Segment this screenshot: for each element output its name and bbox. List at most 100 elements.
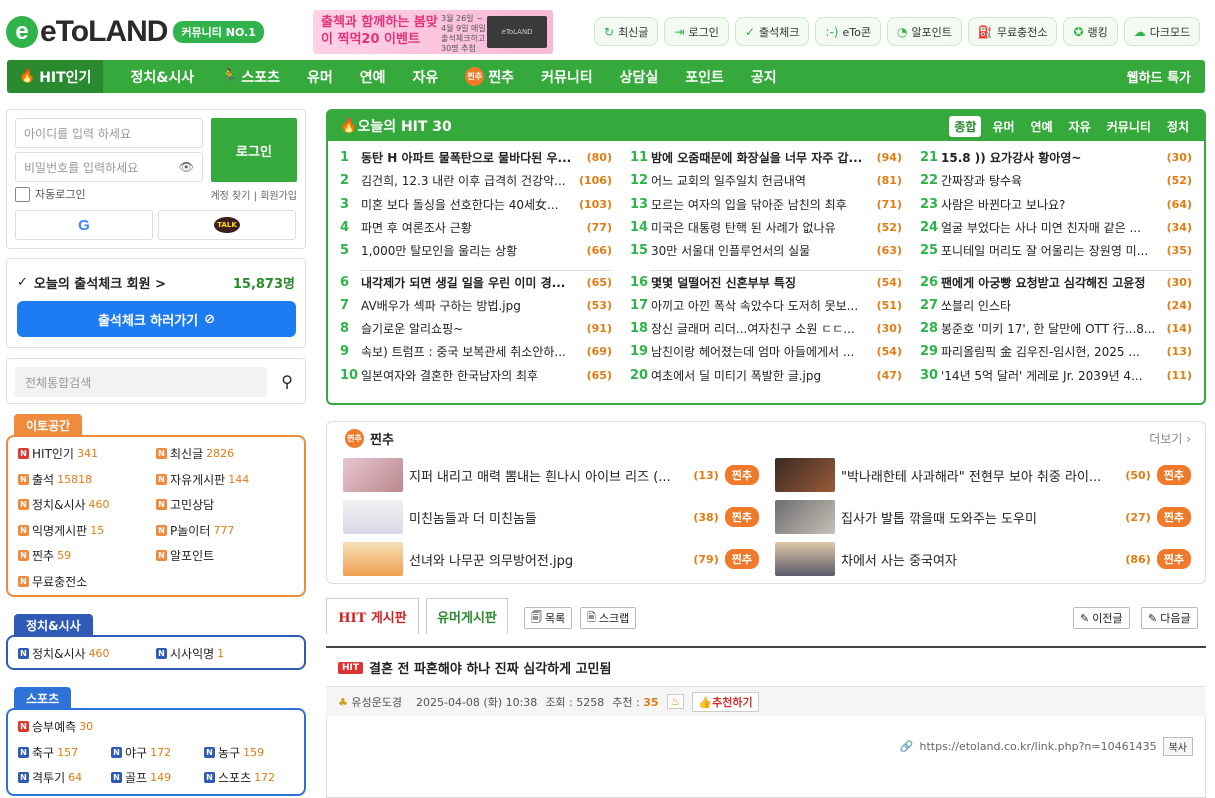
thumbnail[interactable] [343,500,403,534]
jjinchu-title[interactable]: 찐추 찐추 [345,429,394,448]
hit30-item[interactable]: 18 장신 글래머 리더...여자친구 소원 ㄷㄷ... (30) [630,320,902,337]
category-item[interactable]: N 정치&시사 460 [18,645,110,662]
hit30-item[interactable]: 22 간짜장과 탕수육 (52) [920,172,1192,189]
hit30-item[interactable]: 11 밤에 오줌때문에 화장실을 너무 자주 갑... (94) [630,149,902,166]
hit30-item[interactable]: 9 속보) 트럼프 : 중국 보복관세 취소안하... (69) [340,343,612,360]
eye-off-icon[interactable]: 👁 [179,160,194,174]
nav-item-jjinchu[interactable]: 찐추 찐추 [465,67,514,87]
category-item[interactable]: N 찐추 59 [18,547,71,564]
hit30-item[interactable]: 21 15.8 )) 요가강사 황아영~ (30) [920,149,1192,166]
jjinchu-item[interactable]: "박나래한테 사과해라" 전현무 보아 취중 라이... (50) 찐추 [775,457,1191,493]
category-item[interactable]: N 축구 157 [18,744,78,761]
hit30-tab[interactable]: 연예 [1026,116,1058,137]
quick-dark-mode-button[interactable]: ☁ 다크모드 [1123,17,1201,46]
jjinchu-item[interactable]: 집사가 발톱 깎을때 도와주는 도우미 (27) 찐추 [775,499,1191,535]
tab-humor-board[interactable]: 유머게시판 [426,598,508,634]
hit30-item[interactable]: 7 AV배우가 섹파 구하는 방법.jpg (53) [340,297,612,314]
login-button[interactable]: 로그인 [211,118,297,182]
hit30-item[interactable]: 1 동탄 H 아파트 물폭탄으로 물바다된 우... (80) [340,149,612,166]
hit30-item[interactable]: 13 모르는 여자의 입을 닦아준 남친의 최후 (71) [630,196,902,213]
jjinchu-item[interactable]: 선녀와 나무꾼 의무방어전.jpg (79) 찐추 [343,541,759,577]
hit30-item[interactable]: 25 포니테일 머리도 잘 어울리는 장원영 미... (35) [920,242,1192,259]
site-logo[interactable]: e eToLAND 커뮤니티 NO.1 [6,12,276,52]
thumbnail[interactable] [775,500,835,534]
thumbnail[interactable] [343,542,403,576]
hit30-item[interactable]: 4 파면 후 여론조사 근황 (77) [340,219,612,236]
find-account-link[interactable]: 계정 찾기 [210,191,250,202]
scrap-button[interactable]: 🗎 스크랩 [580,607,637,629]
quick-point-button[interactable]: ◔ 알포인트 [886,17,962,46]
hit30-tab[interactable]: 자유 [1064,116,1096,137]
quick-login-button[interactable]: ⇥ 로그인 [664,17,729,46]
google-login-button[interactable]: G [15,210,153,240]
auto-login-checkbox[interactable] [15,186,30,202]
signup-link[interactable]: 회원가입 [260,191,297,202]
hit30-tab[interactable]: 유머 [987,116,1019,137]
hit30-item[interactable]: 29 파리올림픽 金 김우진-임시현, 2025 ... (13) [920,343,1192,360]
category-item[interactable]: N 스포츠 172 [204,769,275,786]
hit30-item[interactable]: 24 얼굴 부었다는 사나 미연 친자매 같은 ... (34) [920,219,1192,236]
category-item[interactable]: N HIT인기 341 [18,445,98,462]
jjinchu-item[interactable]: 지퍼 내리고 매력 뽐내는 흰나시 아이브 리즈 (... (13) 찐추 [343,457,759,493]
category-item[interactable]: N P놀이터 777 [156,522,234,539]
jjinchu-item[interactable]: 미친놈들과 더 미친놈들 (38) 찐추 [343,499,759,535]
recommend-button[interactable]: 👍추천하기 [692,691,759,712]
hit30-item[interactable]: 6 내각제가 되면 생길 일을 우린 이미 경... (65) [340,274,612,291]
quick-smile-button[interactable]: :-) eTo콘 [815,17,881,46]
hit30-item[interactable]: 15 30만 서울대 인플루언서의 실물 (63) [630,242,902,259]
hit30-item[interactable]: 30'14년 5억 달러' 게레로 Jr. 2039년 4... (11) [920,367,1192,384]
category-tab[interactable]: 스포츠 [14,687,72,709]
post-url[interactable]: https://etoland.co.kr/link.php?n=1046143… [920,740,1157,753]
hit30-item[interactable]: 20 여초에서 딜 미티기 폭발한 글.jpg (47) [630,367,902,384]
thumbnail[interactable] [775,542,835,576]
next-post-button[interactable]: ✎ 다음글 [1141,607,1198,629]
category-item[interactable]: N 정치&시사 460 [18,496,110,513]
hit30-tab[interactable]: 커뮤니티 [1102,116,1156,137]
category-item[interactable]: N 익명게시판 15 [18,522,104,539]
prev-post-button[interactable]: ✎ 이전글 [1073,607,1130,629]
hit30-item[interactable]: 23 사람은 바뀐다고 보나요? (64) [920,196,1192,213]
hit30-item[interactable]: 10 일본여자와 결혼한 한국남자의 최후 (65) [340,367,612,384]
hit30-item[interactable]: 8 슬기로운 알리쇼핑~ (91) [340,320,612,337]
hit30-item[interactable]: 16 몇몇 덜떨어진 신혼부부 특징 (54) [630,274,902,291]
nav-item-politics[interactable]: 정치&시사 [130,67,194,87]
quick-check-button[interactable]: ✓ 출석체크 [734,17,810,46]
hit30-tab[interactable]: 종합 [949,116,982,137]
webhard-promo-link[interactable]: 웹하드 특가 [1127,67,1191,86]
quick-refresh-button[interactable]: ↻ 최신글 [594,17,659,46]
hit30-item[interactable]: 5 1,000만 탈모인을 울리는 상황 (66) [340,242,612,259]
hit30-item[interactable]: 19 남친이랑 헤어졌는데 엄마 아들에게서 ... (54) [630,343,902,360]
category-item[interactable]: N 농구 159 [204,744,264,761]
nav-item-community[interactable]: 커뮤니티 [541,67,593,87]
category-item[interactable]: N 야구 172 [111,744,171,761]
category-item[interactable]: N 골프 149 [111,769,171,786]
quick-charge-button[interactable]: ⛽ 무료충전소 [967,17,1058,46]
quick-star-button[interactable]: ✪ 랭킹 [1063,17,1118,46]
hit30-item[interactable]: 2 김건희, 12.3 내란 이후 급격히 건강악... (106) [340,172,612,189]
more-link[interactable]: 더보기 › [1149,430,1191,447]
hit30-item[interactable]: 17 아끼고 아낀 폭삭 속았수다 도저히 못보... (51) [630,297,902,314]
nav-item-point[interactable]: 포인트 [685,67,724,87]
category-item[interactable]: N 알포인트 [156,547,217,564]
category-item[interactable]: N 무료충전소 [18,573,90,590]
password-input[interactable]: 비밀번호를 입력하세요 👁 [15,152,203,182]
hit30-item[interactable]: 3 미혼 보다 돌싱을 선호한다는 40세女... (103) [340,196,612,213]
kakao-login-button[interactable]: TALK [158,210,296,240]
nav-item-hit[interactable]: 🔥 HIT인기 [7,60,104,93]
category-tab[interactable]: 정치&시사 [14,614,93,636]
hit30-item[interactable]: 14 미국은 대통령 탄핵 된 사례가 없나유 (52) [630,219,902,236]
hit30-item[interactable]: 28 봉준호 '미키 17', 한 달만에 OTT 行...8... (14) [920,320,1192,337]
category-item[interactable]: N 고민상담 [156,496,217,513]
hit30-tab[interactable]: 정치 [1162,116,1194,137]
author[interactable]: ♣ 유성운도경 [338,694,402,710]
nav-item-free[interactable]: 자유 [413,67,439,87]
category-item[interactable]: N 최신글 2826 [156,445,234,462]
id-input[interactable]: 아이디를 입력 하세요 [15,118,203,148]
report-icon[interactable]: ♨ [666,694,685,709]
nav-item-humor[interactable]: 유머 [307,67,333,87]
hit30-item[interactable]: 27 쏘블리 인스타 (24) [920,297,1192,314]
thumbnail[interactable] [775,458,835,492]
nav-item-sports[interactable]: 🏃 스포츠 [221,67,280,87]
attendance-title[interactable]: ✓ 오늘의 출석체크 회원 > [17,273,166,292]
nav-item-entertainment[interactable]: 연예 [360,67,386,87]
